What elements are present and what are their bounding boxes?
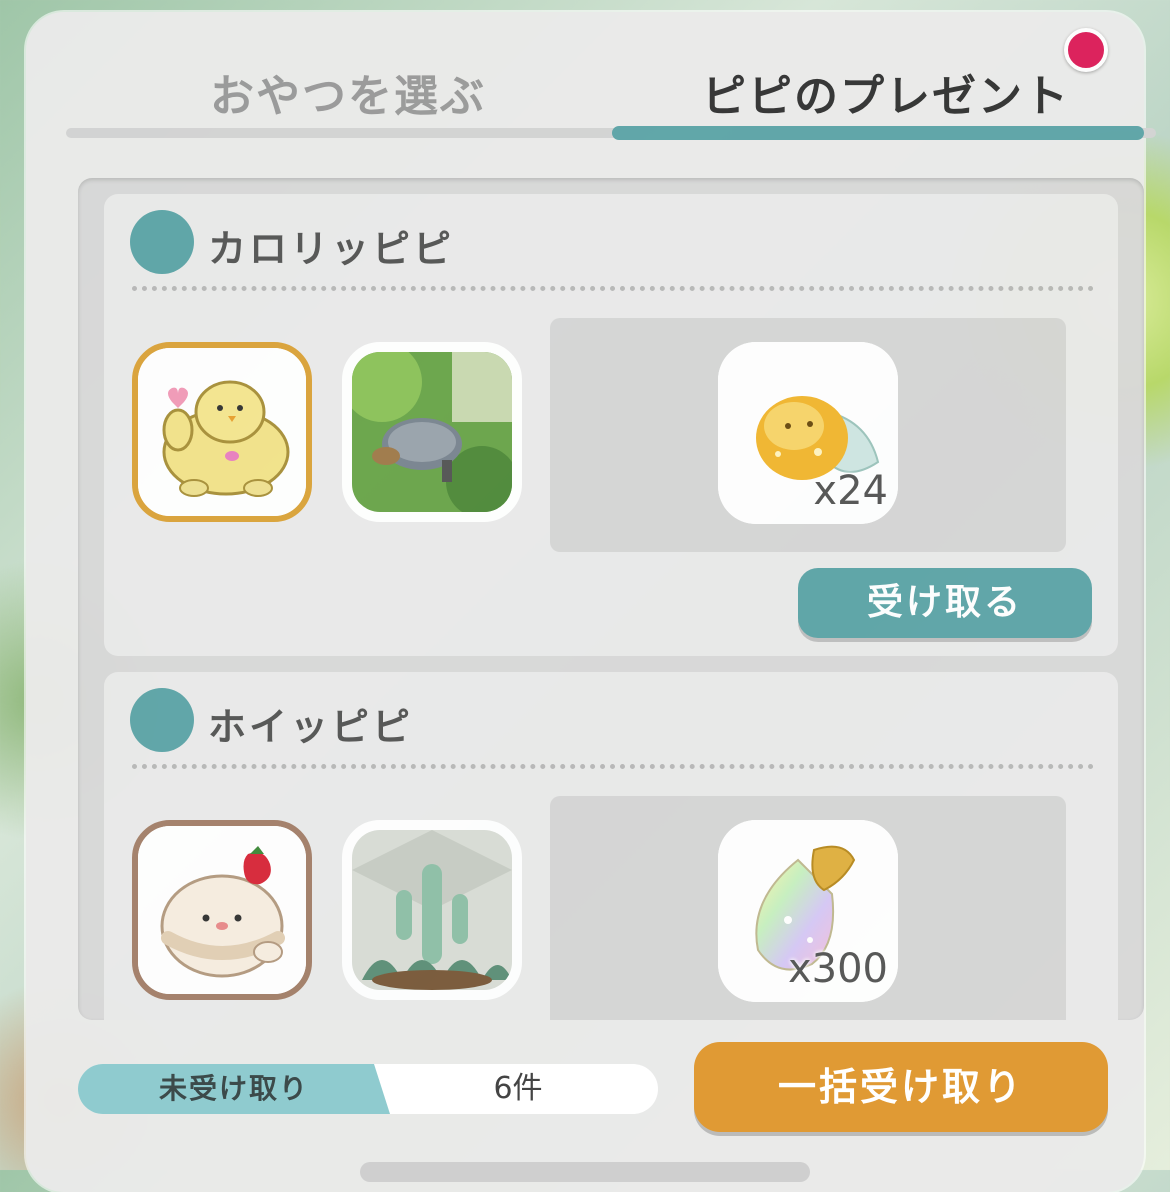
- unclaimed-status: 未受け取り 6件: [78, 1064, 658, 1114]
- pipi-name: ホイッピピ: [208, 705, 414, 749]
- bottom-handle: [360, 1162, 810, 1182]
- reward-quantity: x24: [813, 468, 888, 514]
- gold-coin-bird-icon[interactable]: x24: [718, 342, 898, 524]
- yellow-chick-pipi-icon[interactable]: [132, 342, 312, 522]
- bulk-receive-button[interactable]: 一括受け取り: [694, 1042, 1108, 1132]
- receive-button[interactable]: 受け取る: [798, 568, 1092, 638]
- whipped-cream-pipi-icon[interactable]: [132, 820, 312, 1000]
- reward-box: x24: [550, 318, 1066, 552]
- active-tab-indicator: [612, 126, 1144, 140]
- notification-badge: [1064, 28, 1108, 72]
- dotted-divider: [132, 764, 1094, 769]
- pipi-marker-icon: [130, 210, 194, 274]
- reward-box: x300: [550, 796, 1066, 1020]
- pipi-marker-icon: [130, 688, 194, 752]
- tab-pipi-present[interactable]: ピピのプレゼント: [702, 60, 1070, 124]
- reward-quantity: x300: [787, 946, 888, 992]
- tab-choose-snack[interactable]: おやつを選ぶ: [210, 60, 486, 124]
- cactus-scene-icon[interactable]: [342, 820, 522, 1000]
- present-card: カロリッピピ x24 受け取る: [104, 194, 1118, 656]
- dotted-divider: [132, 286, 1094, 291]
- present-card: ホイッピピ x300: [104, 672, 1118, 1020]
- unclaimed-label: 未受け取り: [78, 1064, 390, 1114]
- present-panel: おやつを選ぶ ピピのプレゼント カロリッピピ x24 受け取る ホイッピピ x3…: [26, 12, 1156, 1192]
- present-list[interactable]: カロリッピピ x24 受け取る ホイッピピ x300: [78, 178, 1144, 1020]
- pipi-name: カロリッピピ: [208, 227, 455, 271]
- rainbow-gem-icon[interactable]: x300: [718, 820, 898, 1002]
- unclaimed-count: 6件: [493, 1071, 543, 1106]
- turtle-scene-icon[interactable]: [342, 342, 522, 522]
